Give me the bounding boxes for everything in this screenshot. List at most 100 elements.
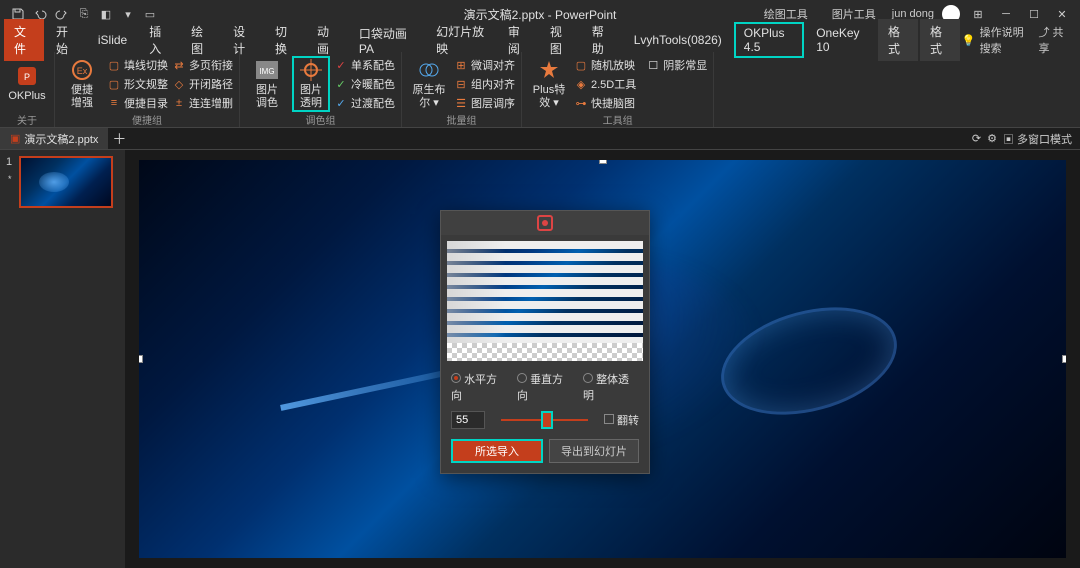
gear-icon[interactable]: ⚙	[987, 132, 997, 145]
tab-draw[interactable]: 绘图	[181, 19, 221, 61]
dialog-header[interactable]	[441, 211, 649, 235]
add-tab-button[interactable]: ＋	[108, 128, 130, 149]
resize-handle-top[interactable]	[599, 160, 607, 164]
add-remove[interactable]: ±连连增删	[172, 94, 233, 112]
tell-me[interactable]: 💡操作说明搜索	[962, 24, 1031, 56]
slider-thumb[interactable]	[541, 411, 553, 429]
thumbnail-panel: 1 *	[0, 150, 125, 568]
shadow-always[interactable]: ☐阴影常显	[646, 56, 707, 74]
group-about: 关于	[17, 112, 37, 129]
okplus-icon: P	[15, 64, 39, 88]
qat-icon-2[interactable]: ◧	[96, 4, 116, 24]
tab-help[interactable]: 帮助	[582, 19, 622, 61]
slide-thumbnail-1[interactable]: 1 *	[6, 156, 119, 211]
resize-handle-right[interactable]	[1062, 355, 1066, 363]
checkbox-icon: ☐	[646, 58, 660, 72]
square-icon: ▢	[107, 58, 121, 72]
path-icon: ◇	[172, 77, 186, 91]
group-tools: 工具组	[603, 112, 633, 129]
svg-text:Ex: Ex	[77, 66, 88, 76]
tab-transition[interactable]: 切换	[265, 19, 305, 61]
import-selected-button[interactable]: 所选导入	[451, 439, 543, 463]
tab-review[interactable]: 审阅	[498, 19, 538, 61]
direction-radios: 水平方向 垂直方向 整体透明	[441, 367, 649, 407]
share-button[interactable]: ⤴ 共享	[1038, 24, 1068, 56]
check-icon: ✓	[334, 96, 348, 110]
check-icon: ✓	[334, 77, 348, 91]
shape-text-align[interactable]: ▢形文规整	[107, 75, 168, 93]
native-bool-button[interactable]: 原生布 尔 ▾	[408, 56, 450, 112]
dialog-buttons: 所选导入 导出到幻灯片	[441, 433, 649, 473]
bulb-icon: 💡	[962, 34, 976, 47]
plus-effects-button[interactable]: Plus特 效 ▾	[528, 56, 570, 112]
sync-icon[interactable]: ⟳	[972, 132, 981, 145]
minimize-icon[interactable]: ─	[996, 4, 1016, 24]
tab-design[interactable]: 设计	[223, 19, 263, 61]
tab-slideshow[interactable]: 幻灯片放映	[426, 19, 496, 61]
resize-handle-left[interactable]	[139, 355, 143, 363]
tab-onekey[interactable]: OneKey 10	[806, 22, 876, 58]
tab-pocket[interactable]: 口袋动画 PA	[349, 21, 424, 60]
value-input[interactable]	[451, 411, 485, 429]
tab-islide[interactable]: iSlide	[88, 29, 137, 51]
list-icon: ≡	[107, 96, 121, 110]
25d-tool[interactable]: ◈2.5D工具	[574, 75, 636, 93]
tab-anim[interactable]: 动画	[307, 19, 347, 61]
align-icon: ⊟	[454, 77, 468, 91]
ribbon: P OKPlus 关于 Ex 便捷 增强 ▢填线切换 ▢形文规整 ≡便捷目录 ⇄…	[0, 52, 1080, 128]
qat-dropdown-icon[interactable]: ▾	[118, 4, 138, 24]
tab-format1[interactable]: 格式	[878, 19, 918, 61]
layers-icon: ☰	[454, 96, 468, 110]
radio-vertical[interactable]: 垂直方向	[517, 371, 573, 403]
group-bianjie: 便捷组	[132, 112, 162, 129]
square-icon: ▢	[107, 77, 121, 91]
plus-minus-icon: ±	[172, 96, 186, 110]
circles-icon	[417, 58, 441, 82]
group-batch: 批量组	[447, 112, 477, 129]
quick-mindmap[interactable]: ⊶快捷脑图	[574, 94, 636, 112]
tab-home[interactable]: 开始	[46, 19, 86, 61]
tab-format2[interactable]: 格式	[920, 19, 960, 61]
group-align[interactable]: ⊟组内对齐	[454, 75, 515, 93]
radio-overall[interactable]: 整体透明	[583, 371, 639, 403]
open-close-path[interactable]: ◇开闭路径	[172, 75, 233, 93]
tab-insert[interactable]: 插入	[139, 19, 179, 61]
tree-icon: ⊶	[574, 96, 588, 110]
okplus-button[interactable]: P OKPlus	[6, 56, 48, 112]
tab-lvyh[interactable]: LvyhTools(0826)	[624, 29, 732, 51]
document-tab[interactable]: ▣ 演示文稿2.pptx	[0, 128, 108, 149]
layer-order[interactable]: ☰图层调序	[454, 94, 515, 112]
radio-horizontal[interactable]: 水平方向	[451, 371, 507, 403]
quick-toc[interactable]: ≡便捷目录	[107, 94, 168, 112]
transparency-dialog: 水平方向 垂直方向 整体透明 翻转 所选导入 导出到幻灯片	[440, 210, 650, 474]
dialog-preview	[447, 241, 643, 361]
svg-text:P: P	[24, 72, 30, 82]
ribbon-tabs: 文件 开始 iSlide 插入 绘图 设计 切换 动画 口袋动画 PA 幻灯片放…	[0, 28, 1080, 52]
ppt-icon: ▣	[10, 132, 20, 145]
multi-window[interactable]: ▣ 多窗口模式	[1003, 131, 1072, 147]
img-icon: IMG	[255, 58, 279, 82]
close-icon[interactable]: ✕	[1052, 4, 1072, 24]
img-transparent-button[interactable]: 图片 透明	[292, 56, 330, 112]
export-to-slide-button[interactable]: 导出到幻灯片	[549, 439, 639, 463]
star-icon	[537, 58, 561, 82]
ribbon-options-icon[interactable]: ⊞	[968, 4, 988, 24]
group-color: 调色组	[306, 112, 336, 129]
bianjie-button[interactable]: Ex 便捷 增强	[61, 56, 103, 112]
warm-cold-color[interactable]: ✓冷暖配色	[334, 75, 395, 93]
flip-checkbox[interactable]: 翻转	[604, 412, 639, 428]
ex-icon: Ex	[70, 58, 94, 82]
gradient-color[interactable]: ✓过渡配色	[334, 94, 395, 112]
img-color-button[interactable]: IMG 图片 调色	[246, 56, 288, 112]
maximize-icon[interactable]: ☐	[1024, 4, 1044, 24]
value-row: 翻转	[441, 407, 649, 433]
record-icon	[537, 215, 553, 231]
svg-text:IMG: IMG	[259, 67, 274, 76]
tab-okplus[interactable]: OKPlus 4.5	[734, 22, 804, 58]
tab-file[interactable]: 文件	[4, 19, 44, 61]
slider[interactable]	[501, 419, 588, 421]
document-tabs: ▣ 演示文稿2.pptx ＋ ⟳ ⚙ ▣ 多窗口模式	[0, 128, 1080, 150]
glasses-graphic	[709, 290, 909, 433]
tab-view[interactable]: 视图	[540, 19, 580, 61]
transparency-checker	[447, 343, 643, 361]
